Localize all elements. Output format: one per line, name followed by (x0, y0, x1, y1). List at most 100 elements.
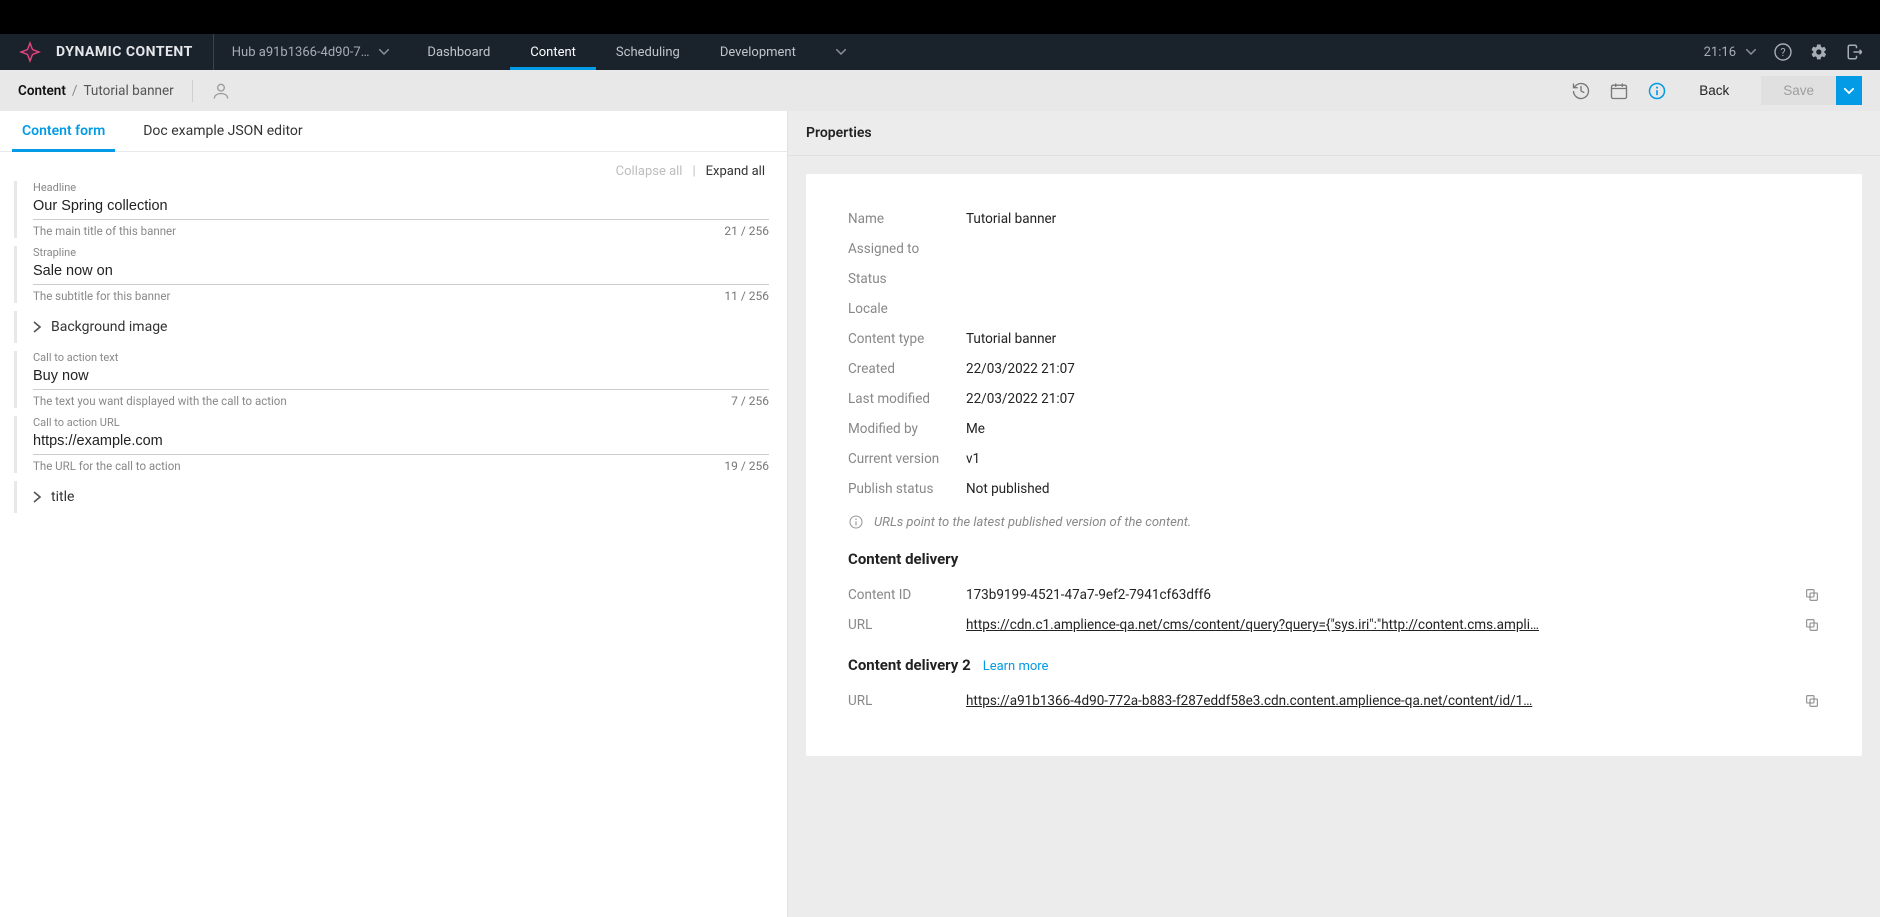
svg-text:?: ? (1780, 46, 1785, 59)
info-icon (848, 514, 864, 530)
time-value: 21:16 (1704, 45, 1736, 60)
field-cta-text: Call to action text The text you want di… (14, 351, 769, 408)
section-title: Content delivery (848, 550, 958, 568)
nav-scheduling[interactable]: Scheduling (596, 34, 700, 70)
breadcrumb-leaf: Tutorial banner (83, 83, 173, 99)
time-selector[interactable]: 21:16 (1704, 45, 1756, 60)
delivery-url-link[interactable]: https://cdn.c1.amplience-qa.net/cms/cont… (966, 617, 1794, 633)
info-text: URLs point to the latest published versi… (874, 515, 1191, 530)
nav-development-label: Development (720, 45, 796, 60)
prop-value: Me (966, 421, 1820, 437)
tab-json-editor-label: Doc example JSON editor (143, 123, 302, 139)
prop-label: Name (848, 211, 966, 227)
prop-version: Current versionv1 (848, 444, 1820, 474)
field-title[interactable]: title (14, 481, 769, 513)
prop-value: 173b9199-4521-47a7-9ef2-7941cf63dff6 (966, 587, 1794, 603)
prop-label: Locale (848, 301, 966, 317)
info-icon[interactable] (1647, 81, 1667, 101)
prop-label: Publish status (848, 481, 966, 497)
nav-more-icon[interactable] (836, 49, 846, 55)
prop-label: Current version (848, 451, 966, 467)
prop-modified-by: Modified byMe (848, 414, 1820, 444)
section-content-delivery: Content delivery (848, 550, 1820, 568)
field-label: Headline (33, 181, 769, 194)
field-background-image[interactable]: Background image (14, 311, 769, 343)
field-hint: The URL for the call to action (33, 459, 181, 473)
nav-development[interactable]: Development (700, 34, 816, 70)
chevron-down-icon (1844, 88, 1854, 94)
back-button[interactable]: Back (1685, 77, 1743, 104)
properties-panel: NameTutorial banner Assigned to Status L… (806, 174, 1862, 756)
learn-more-link[interactable]: Learn more (983, 659, 1049, 674)
char-count: 19 / 256 (724, 459, 769, 473)
prop-locale: Locale (848, 294, 1820, 324)
prop-label: Modified by (848, 421, 966, 437)
char-count: 21 / 256 (724, 224, 769, 238)
prop-value: v1 (966, 451, 1820, 467)
divider (192, 80, 193, 102)
cta-url-input[interactable] (33, 430, 769, 455)
main: Content form Doc example JSON editor Col… (0, 111, 1880, 917)
prop-label: URL (848, 693, 966, 709)
copy-icon[interactable] (1804, 587, 1820, 603)
nav-content[interactable]: Content (510, 34, 596, 70)
prop-value: Tutorial banner (966, 211, 1820, 227)
prop-status: Status (848, 264, 1820, 294)
field-strapline: Strapline The subtitle for this banner 1… (14, 246, 769, 303)
prop-modified: Last modified22/03/2022 21:07 (848, 384, 1820, 414)
char-count: 11 / 256 (724, 289, 769, 303)
nav-right: 21:16 ? (1704, 43, 1864, 61)
calendar-icon[interactable] (1609, 81, 1629, 101)
chevron-right-icon (33, 491, 41, 503)
divider: | (692, 164, 695, 179)
headline-input[interactable] (33, 195, 769, 220)
breadcrumb-root[interactable]: Content (18, 83, 66, 99)
subbar: Content / Tutorial banner Back Save (0, 70, 1880, 111)
history-icon[interactable] (1571, 81, 1591, 101)
breadcrumb: Content / Tutorial banner (18, 83, 174, 99)
properties-header: Properties (788, 111, 1880, 156)
field-hint: The subtitle for this banner (33, 289, 170, 303)
save-group: Save (1761, 76, 1862, 105)
save-label: Save (1783, 83, 1814, 98)
chevron-down-icon (379, 49, 389, 55)
prop-value: Not published (966, 481, 1820, 497)
tab-json-editor[interactable]: Doc example JSON editor (139, 111, 306, 151)
prop-label: Content type (848, 331, 966, 347)
section-title: Content delivery 2 (848, 656, 971, 674)
field-hint: The text you want displayed with the cal… (33, 394, 287, 408)
gear-icon[interactable] (1810, 43, 1828, 61)
assignee-icon[interactable] (211, 81, 231, 101)
hub-selector[interactable]: Hub a91b1366-4d90-7… (214, 45, 408, 60)
help-icon[interactable]: ? (1774, 43, 1792, 61)
nav-dashboard-label: Dashboard (427, 45, 490, 60)
form-body: Collapse all | Expand all Headline The m… (0, 152, 787, 561)
right-panel: Properties NameTutorial banner Assigned … (788, 111, 1880, 917)
prop-content-type: Content typeTutorial banner (848, 324, 1820, 354)
tab-content-form[interactable]: Content form (18, 111, 109, 151)
prop-delivery-url: URL https://cdn.c1.amplience-qa.net/cms/… (848, 610, 1820, 640)
expand-all[interactable]: Expand all (706, 164, 765, 179)
prop-created: Created22/03/2022 21:07 (848, 354, 1820, 384)
chevron-right-icon (33, 321, 41, 333)
field-hint: The main title of this banner (33, 224, 176, 238)
copy-icon[interactable] (1804, 693, 1820, 709)
prop-label: Last modified (848, 391, 966, 407)
field-cta-url: Call to action URL The URL for the call … (14, 416, 769, 473)
delivery2-url-link[interactable]: https://a91b1366-4d90-772a-b883-f287eddf… (966, 693, 1794, 709)
chevron-down-icon (1746, 49, 1756, 55)
save-button[interactable]: Save (1761, 76, 1836, 105)
char-count: 7 / 256 (731, 394, 769, 408)
field-label: Strapline (33, 246, 769, 259)
copy-icon[interactable] (1804, 617, 1820, 633)
nav-dashboard[interactable]: Dashboard (407, 34, 510, 70)
save-dropdown[interactable] (1836, 76, 1862, 105)
cta-text-input[interactable] (33, 365, 769, 390)
prop-delivery2-url: URL https://a91b1366-4d90-772a-b883-f287… (848, 686, 1820, 716)
logout-icon[interactable] (1846, 43, 1864, 61)
app-name: DYNAMIC CONTENT (56, 44, 193, 60)
prop-name: NameTutorial banner (848, 204, 1820, 234)
strapline-input[interactable] (33, 260, 769, 285)
prop-value: 22/03/2022 21:07 (966, 361, 1820, 377)
field-label: title (51, 489, 74, 505)
